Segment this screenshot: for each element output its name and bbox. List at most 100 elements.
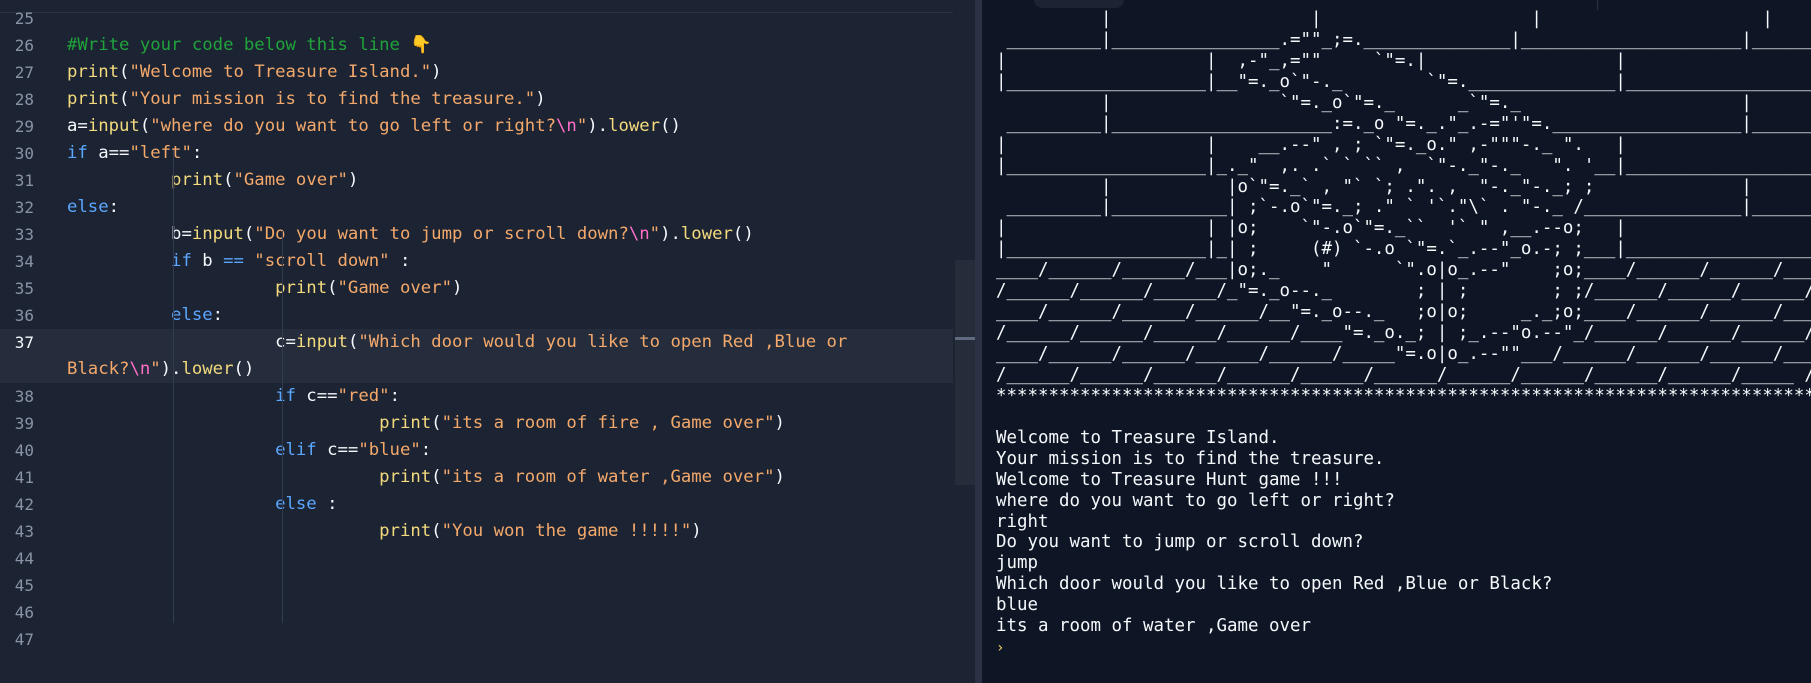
code-line[interactable]: 28 print("Your mission is to find the tre… <box>0 86 975 113</box>
code-token: else <box>171 305 213 325</box>
code-token: : <box>420 440 432 460</box>
code-line[interactable]: 29 a=input("where do you want to go left … <box>0 113 975 140</box>
code-token: lower <box>181 359 234 379</box>
code-token: () <box>660 116 681 136</box>
code-token: print <box>379 467 432 487</box>
code-token: \n <box>556 116 577 136</box>
code-token: print <box>67 62 120 82</box>
code-token: ( <box>139 116 151 136</box>
code-lines[interactable]: 25 26 #Write your code below this line 👇 27… <box>0 5 975 653</box>
code-line[interactable]: 27 print("Welcome to Treasure Island.") <box>0 59 975 86</box>
code-line[interactable]: 33 b=input("Do you want to jump or scrol… <box>0 221 975 248</box>
code-token: Black? <box>67 359 130 379</box>
code-text[interactable]: else: <box>67 302 223 329</box>
code-token: ). <box>660 224 681 244</box>
code-token: ) <box>691 521 702 541</box>
code-text[interactable]: elif c=="blue": <box>67 437 431 464</box>
code-token: \n <box>628 224 650 244</box>
code-text[interactable]: print("Welcome to Treasure Island.") <box>67 59 442 86</box>
code-text[interactable]: if a=="left": <box>67 140 202 167</box>
code-text[interactable]: else: <box>67 194 119 221</box>
code-token: ( <box>327 278 338 298</box>
resize-handle[interactable] <box>955 337 975 340</box>
code-token: "Welcome to Treasure Island." <box>129 62 432 82</box>
code-line[interactable]: 37 c=input("Which door would you like to… <box>0 329 975 356</box>
code-line[interactable]: 42 else : <box>0 491 975 518</box>
code-token: "where do you want to go left or right? <box>150 116 557 136</box>
code-token: "Your mission is to find the treasure." <box>129 89 536 109</box>
code-text[interactable]: #Write your code below this line 👇 <box>67 32 432 59</box>
line-number: 39 <box>14 414 34 433</box>
code-text[interactable]: else : <box>67 491 337 518</box>
code-token: "Game over" <box>337 278 452 298</box>
code-line[interactable]: 45 <box>0 572 975 599</box>
editor-scrollbar-thumb[interactable] <box>955 260 975 485</box>
code-line[interactable]: 39 print("its a room of fire , Game over… <box>0 410 975 437</box>
code-line[interactable]: 35 print("Game over") <box>0 275 975 302</box>
code-token: "You won the game !!!!!" <box>441 521 692 541</box>
code-token: print <box>171 170 224 190</box>
code-line[interactable]: 31 print("Game over") <box>0 167 975 194</box>
code-token: ( <box>431 413 442 433</box>
code-token: "blue" <box>358 440 421 460</box>
code-token: () <box>233 359 255 379</box>
code-line[interactable]: 25 <box>0 5 975 32</box>
code-token: "Game over" <box>233 170 348 190</box>
code-token: ) <box>535 89 546 109</box>
code-token: : <box>191 143 203 163</box>
code-line[interactable]: 38 if c=="red": <box>0 383 975 410</box>
console-tab[interactable] <box>1034 0 1124 8</box>
code-text[interactable]: Black?\n").lower() <box>67 356 254 383</box>
code-line[interactable]: 43 print("You won the game !!!!!") <box>0 518 975 545</box>
code-line[interactable]: 30 if a=="left": <box>0 140 975 167</box>
code-text[interactable]: print("Game over") <box>67 275 462 302</box>
code-editor[interactable]: 25 26 #Write your code below this line 👇 27… <box>0 0 975 683</box>
line-number: 45 <box>14 576 34 595</box>
code-text[interactable]: c=input("Which door would you like to op… <box>67 329 847 356</box>
code-text[interactable]: print("Your mission is to find the treas… <box>67 86 546 113</box>
code-token: ( <box>223 170 234 190</box>
code-text[interactable]: print("its a room of water ,Game over") <box>67 464 785 491</box>
code-text[interactable]: print("You won the game !!!!!") <box>67 518 702 545</box>
line-number: 40 <box>14 441 34 460</box>
line-number: 47 <box>14 630 34 649</box>
code-token: ( <box>347 332 359 352</box>
code-line[interactable]: 46 <box>0 599 975 626</box>
console-panel[interactable]: | | | | _________|________________.=""_;… <box>982 0 1811 683</box>
code-token: c= <box>67 332 296 352</box>
replit-workspace: 25 26 #Write your code below this line 👇 27… <box>0 0 1811 683</box>
code-text[interactable]: if c=="red": <box>67 383 400 410</box>
indent-guide <box>282 231 283 623</box>
code-line[interactable]: 32 else: <box>0 194 975 221</box>
code-line-wrap[interactable]: Black?\n").lower() <box>0 356 975 383</box>
code-text[interactable]: b=input("Do you want to jump or scroll d… <box>67 221 754 248</box>
pane-splitter[interactable] <box>975 0 982 683</box>
code-token: ( <box>119 62 130 82</box>
code-line[interactable]: 36 else: <box>0 302 975 329</box>
code-token: input <box>295 332 348 352</box>
code-text[interactable]: if b == "scroll down" : <box>67 248 410 275</box>
code-token: if <box>67 143 88 163</box>
code-text[interactable]: print("Game over") <box>67 167 358 194</box>
code-token: \n <box>129 359 151 379</box>
code-line[interactable]: 44 <box>0 545 975 572</box>
line-number: 41 <box>14 468 34 487</box>
code-token: if <box>171 251 192 271</box>
line-number: 25 <box>14 9 34 28</box>
code-text[interactable]: a=input("where do you want to go left or… <box>67 113 681 140</box>
code-token: input <box>191 224 244 244</box>
code-line[interactable]: 41 print("its a room of water ,Game over… <box>0 464 975 491</box>
code-text[interactable]: print("its a room of fire , Game over") <box>67 410 785 437</box>
code-line[interactable]: 40 elif c=="blue": <box>0 437 975 464</box>
code-token: c== <box>295 386 338 406</box>
code-line[interactable]: 47 <box>0 626 975 653</box>
code-token: ( <box>431 521 442 541</box>
code-line[interactable]: 26 #Write your code below this line 👇 <box>0 32 975 59</box>
line-number: 33 <box>14 225 34 244</box>
code-line[interactable]: 34 if b == "scroll down" : <box>0 248 975 275</box>
